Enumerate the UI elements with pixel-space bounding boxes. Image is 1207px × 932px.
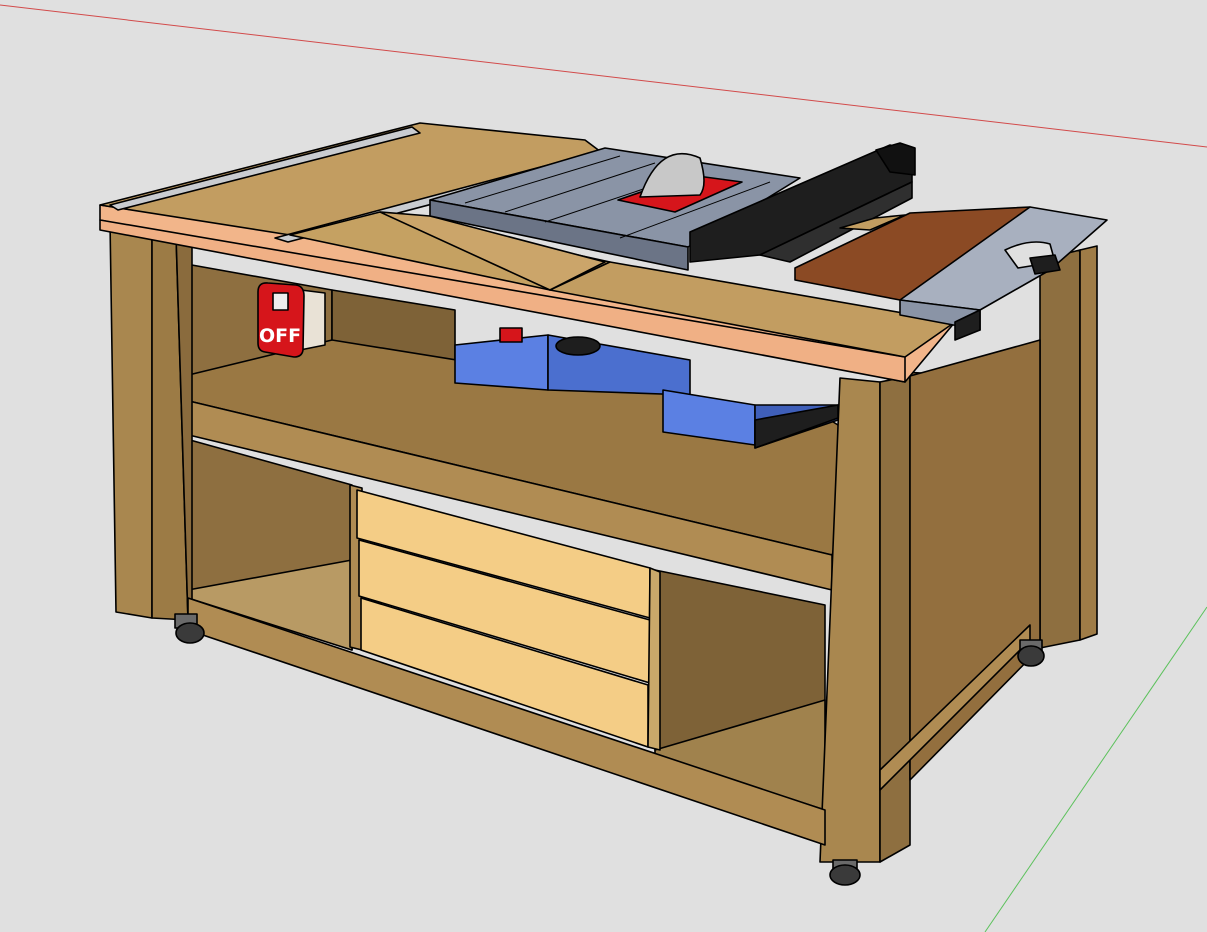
leg-back-right (1039, 249, 1081, 649)
saw-base-left (454, 334, 549, 391)
right-wing-rail (1029, 254, 1061, 275)
workbench-3d-model: OFF (0, 4, 1207, 932)
leg-back-right-side (1079, 245, 1098, 641)
drawer-stack-side (647, 567, 661, 751)
sketchup-viewport[interactable]: OFF (0, 0, 1207, 932)
switch-label: OFF (259, 325, 301, 347)
caster-back-right (1017, 639, 1045, 667)
saw-motor (555, 336, 601, 356)
red-axis (0, 4, 1207, 148)
switch-on-button (272, 292, 289, 311)
leg-front-left (109, 221, 153, 619)
caster-front-right (829, 859, 861, 886)
saw-red-tab (499, 327, 523, 343)
leg-front-right-side (879, 375, 911, 863)
power-switch: OFF (257, 282, 326, 358)
right-side-panel (909, 339, 1041, 781)
